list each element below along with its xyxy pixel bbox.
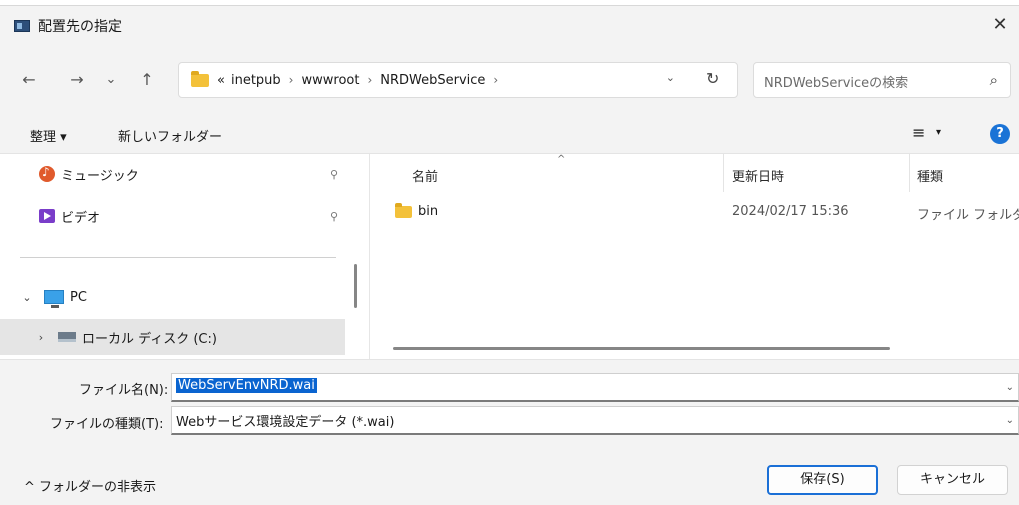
- collapse-chevron-icon[interactable]: ›: [34, 331, 48, 344]
- view-options-caret-icon[interactable]: ▾: [936, 127, 941, 138]
- sort-indicator-icon: ^: [557, 154, 566, 165]
- navigation-pane[interactable]: ミュージック ⚲ ビデオ ⚲ ⌄ PC › ローカル ディスク (C:): [0, 154, 370, 359]
- help-icon[interactable]: ?: [990, 124, 1010, 144]
- breadcrumb-separator-icon[interactable]: ›: [493, 73, 498, 87]
- nav-item-label: PC: [70, 289, 87, 305]
- breadcrumb-item-wwwroot[interactable]: wwwroot: [301, 73, 359, 88]
- new-folder-button[interactable]: 新しいフォルダー: [118, 126, 222, 145]
- expand-chevron-icon[interactable]: ⌄: [20, 291, 34, 304]
- file-type: ファイル フォルダー: [917, 208, 1019, 223]
- recent-locations-chevron-icon[interactable]: ⌄: [100, 69, 122, 91]
- file-name: bin: [418, 204, 439, 219]
- search-input[interactable]: NRDWebServiceの検索 ⌕: [753, 62, 1011, 98]
- filename-dropdown-icon[interactable]: ⌄: [1006, 382, 1014, 393]
- music-icon: [39, 165, 55, 182]
- filetype-dropdown-icon[interactable]: ⌄: [1006, 415, 1014, 426]
- pin-icon[interactable]: ⚲: [330, 168, 338, 181]
- breadcrumb-item-nrdwebservice[interactable]: NRDWebService: [380, 73, 485, 88]
- disk-icon: [58, 332, 76, 342]
- navigation-bar: ← → ⌄ ↑ « inetpub › wwwroot › NRDWebServ…: [0, 46, 1019, 116]
- breadcrumb-separator-icon[interactable]: ›: [289, 73, 294, 87]
- breadcrumb-overflow[interactable]: «: [217, 73, 225, 88]
- command-bar: 整理 ▾ 新しいフォルダー ≡ ▾ ?: [0, 116, 1019, 154]
- cancel-button[interactable]: キャンセル: [897, 465, 1008, 495]
- save-button[interactable]: 保存(S): [767, 465, 878, 495]
- folder-icon: [191, 70, 209, 87]
- hide-folders-toggle[interactable]: ^ フォルダーの非表示: [24, 476, 156, 495]
- nav-item-label: ローカル ディスク (C:): [82, 331, 217, 347]
- window-title: 配置先の指定: [38, 19, 122, 35]
- filetype-select[interactable]: Webサービス環境設定データ (*.wai) ⌄: [171, 406, 1019, 435]
- filename-value: WebServEnvNRD.wai: [176, 378, 317, 393]
- up-arrow-icon[interactable]: ↑: [136, 69, 158, 91]
- vertical-scrollbar[interactable]: [354, 264, 357, 308]
- search-icon[interactable]: ⌕: [990, 71, 998, 89]
- title-bar: 配置先の指定 ✕: [0, 6, 1019, 46]
- column-divider[interactable]: [909, 154, 910, 192]
- file-date: 2024/02/17 15:36: [732, 204, 849, 219]
- nav-item-label: ビデオ: [61, 210, 101, 226]
- filename-label: ファイル名(N):: [79, 383, 169, 398]
- save-form: ファイル名(N): WebServEnvNRD.wai ⌄ ファイルの種類(T)…: [0, 359, 1019, 505]
- filename-field[interactable]: WebServEnvNRD.wai ⌄: [171, 373, 1019, 402]
- table-row[interactable]: bin 2024/02/17 15:36 ファイル フォルダー: [371, 198, 1019, 228]
- pin-icon[interactable]: ⚲: [330, 210, 338, 223]
- video-icon: [39, 209, 55, 223]
- back-arrow-icon[interactable]: ←: [18, 69, 40, 91]
- nav-divider: [20, 257, 336, 258]
- nav-item-local-disk[interactable]: › ローカル ディスク (C:): [0, 319, 345, 355]
- breadcrumb-separator-icon[interactable]: ›: [367, 73, 372, 87]
- nav-item-label: ミュージック: [61, 168, 139, 184]
- breadcrumb-item-inetpub[interactable]: inetpub: [231, 73, 281, 88]
- filetype-value: Webサービス環境設定データ (*.wai): [176, 415, 395, 430]
- view-options-icon[interactable]: ≡: [912, 123, 925, 142]
- pc-icon: [44, 290, 64, 308]
- folder-icon: [395, 203, 412, 218]
- column-divider[interactable]: [723, 154, 724, 192]
- nav-item-music[interactable]: ミュージック ⚲: [0, 156, 345, 192]
- horizontal-scrollbar[interactable]: [393, 347, 890, 350]
- filetype-label: ファイルの種類(T):: [50, 417, 164, 432]
- organize-menu-button[interactable]: 整理 ▾: [30, 126, 67, 145]
- file-list[interactable]: ^ 名前 更新日時 種類 bin 2024/02/17 15:36 ファイル フ…: [371, 154, 1019, 359]
- column-header-date[interactable]: 更新日時: [732, 166, 784, 185]
- search-placeholder: NRDWebServiceの検索: [764, 76, 909, 91]
- column-header-type[interactable]: 種類: [917, 166, 943, 185]
- column-header-name[interactable]: 名前: [412, 166, 438, 185]
- address-bar[interactable]: « inetpub › wwwroot › NRDWebService › ⌄: [178, 62, 738, 98]
- close-icon[interactable]: ✕: [989, 14, 1011, 36]
- forward-arrow-icon[interactable]: →: [66, 69, 88, 91]
- nav-item-pc[interactable]: ⌄ PC: [0, 279, 345, 315]
- nav-item-video[interactable]: ビデオ ⚲: [0, 198, 345, 234]
- app-icon: [14, 20, 30, 32]
- address-dropdown-icon[interactable]: ⌄: [666, 71, 675, 84]
- refresh-icon[interactable]: ↻: [706, 69, 719, 88]
